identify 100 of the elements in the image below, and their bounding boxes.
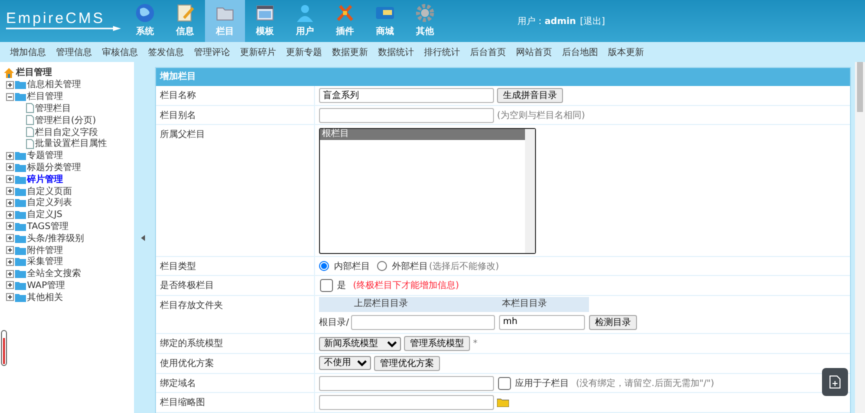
checkbox[interactable] — [320, 279, 333, 292]
hint-text: (为空则与栏目名相同) — [497, 110, 586, 122]
model-select[interactable]: 新闻系统模型 — [319, 336, 401, 351]
expand-icon[interactable] — [6, 152, 14, 160]
nav-link[interactable]: 签发信息 — [148, 46, 184, 58]
folder-icon — [15, 162, 26, 172]
tree-item[interactable]: TAGS管理 — [27, 220, 68, 233]
folder-icon — [15, 80, 26, 90]
expand-icon[interactable] — [6, 187, 14, 196]
text-field[interactable] — [319, 108, 494, 123]
nav-link[interactable]: 后台首页 — [470, 46, 506, 58]
nav-link[interactable]: 审核信息 — [102, 46, 138, 58]
tree-item[interactable]: 碎片管理 — [27, 172, 63, 186]
required-mark: * — [473, 338, 478, 349]
tree-item[interactable]: 采集管理 — [27, 255, 63, 268]
folder-icon — [15, 92, 26, 102]
tree-item[interactable]: 批量设置栏目属性 — [35, 137, 107, 150]
folder-icon — [15, 151, 26, 160]
expand-icon[interactable] — [6, 198, 14, 207]
manage-button[interactable]: 管理系统模型 — [404, 336, 470, 352]
user-icon — [295, 3, 315, 23]
scrollbar[interactable] — [525, 129, 535, 254]
field-label: 是否终极栏目 — [159, 280, 215, 294]
column-header: 本栏目目录 — [499, 297, 589, 312]
folder-icon — [15, 210, 26, 220]
tree-item[interactable]: 头条/推荐级别 — [27, 232, 84, 245]
tree-item[interactable]: 自定义列表 — [27, 196, 72, 210]
field-label: 栏目缩略图 — [159, 396, 206, 410]
model-select[interactable]: 不使用 — [319, 356, 371, 370]
dir-field[interactable]: mh — [499, 314, 585, 330]
user-label: 用户：admin — [518, 16, 576, 28]
folder-icon — [15, 198, 26, 208]
radio-button[interactable] — [377, 261, 387, 272]
folder-icon — [15, 269, 26, 278]
hint-text: (选择后不能修改) — [429, 260, 500, 273]
field-label: 栏目名称 — [159, 90, 197, 103]
tree-item[interactable]: 自定义页面 — [27, 184, 72, 198]
warning-text: (终极栏目下才能增加信息) — [353, 280, 460, 292]
checkbox-label: 是 — [337, 280, 346, 292]
expand-icon[interactable] — [6, 270, 14, 278]
expand-icon[interactable] — [6, 175, 14, 184]
path-prefix: 根目录/ — [319, 316, 350, 329]
expand-icon[interactable] — [6, 163, 14, 172]
text-field[interactable] — [319, 395, 494, 410]
nav-link[interactable]: 更新碎片 — [240, 46, 276, 58]
expand-icon[interactable] — [6, 258, 14, 266]
expand-icon[interactable] — [6, 246, 14, 254]
tree-item[interactable]: 自定义JS — [27, 208, 62, 222]
gear-icon — [415, 3, 435, 23]
tree-item[interactable]: 其他相关 — [27, 290, 63, 304]
tree-item[interactable]: 栏目管理 — [27, 90, 63, 104]
nav-link[interactable]: 排行统计 — [424, 46, 460, 58]
nav-link[interactable]: 数据更新 — [332, 46, 368, 58]
checkbox[interactable] — [498, 376, 511, 390]
tree-item[interactable]: 管理栏目(分页) — [35, 114, 96, 127]
expand-icon[interactable] — [6, 281, 14, 290]
tree-item[interactable]: 信息相关管理 — [27, 78, 81, 92]
nav-link[interactable]: 网站首页 — [516, 46, 552, 58]
window-icon — [255, 3, 275, 23]
nav-link[interactable]: 数据统计 — [378, 46, 414, 58]
parent-listbox[interactable]: 根栏目 — [319, 128, 536, 254]
text-field[interactable] — [319, 376, 494, 391]
expand-icon[interactable] — [6, 293, 14, 302]
manage-button[interactable]: 管理优化方案 — [374, 356, 440, 371]
check-button[interactable]: 检测目录 — [589, 314, 637, 330]
radio-label: 内部栏目 — [334, 260, 370, 273]
tree-item[interactable]: 专题管理 — [27, 149, 63, 162]
nav-link[interactable]: 增加信息 — [10, 46, 46, 58]
tree-item[interactable]: WAP管理 — [27, 278, 65, 292]
expand-icon[interactable] — [6, 222, 14, 230]
nav-link[interactable]: 版本更新 — [608, 46, 644, 58]
field-label: 栏目类型 — [159, 260, 197, 274]
nav-link[interactable]: 管理信息 — [56, 46, 92, 58]
field-label: 栏目存放文件夹 — [159, 300, 224, 314]
expand-icon[interactable] — [6, 210, 14, 219]
nav-link[interactable]: 更新专题 — [286, 46, 322, 58]
generate-button[interactable]: 生成拼音目录 — [497, 88, 563, 103]
tree-item[interactable]: 栏目自定义字段 — [35, 126, 98, 139]
home-icon — [4, 68, 14, 78]
expand-icon[interactable] — [6, 234, 14, 242]
field-label: 绑定域名 — [159, 378, 197, 391]
scrollbar[interactable] — [855, 62, 865, 413]
tree-item[interactable]: 管理栏目 — [35, 102, 71, 115]
radio-button[interactable] — [319, 261, 329, 272]
nav-link[interactable]: 后台地图 — [562, 46, 598, 58]
tree-item[interactable]: 全站全文搜索 — [27, 267, 81, 280]
folder-icon — [15, 246, 26, 255]
text-field[interactable]: 盲盒系列 — [319, 88, 494, 103]
folder-icon[interactable] — [497, 398, 509, 408]
folder-icon — [15, 234, 26, 243]
expand-icon[interactable] — [6, 80, 14, 89]
collapse-arrow-icon[interactable] — [140, 234, 144, 240]
folder-icon — [15, 222, 26, 231]
add-page-button[interactable] — [822, 368, 848, 396]
tree-item[interactable]: 标题分类管理 — [27, 160, 81, 174]
parent-dir-field[interactable] — [351, 314, 495, 330]
tree-item[interactable]: 附件管理 — [27, 244, 63, 257]
nav-link[interactable]: 管理评论 — [194, 46, 230, 58]
list-option[interactable]: 根栏目 — [320, 129, 525, 140]
collapse-icon[interactable] — [6, 92, 14, 101]
